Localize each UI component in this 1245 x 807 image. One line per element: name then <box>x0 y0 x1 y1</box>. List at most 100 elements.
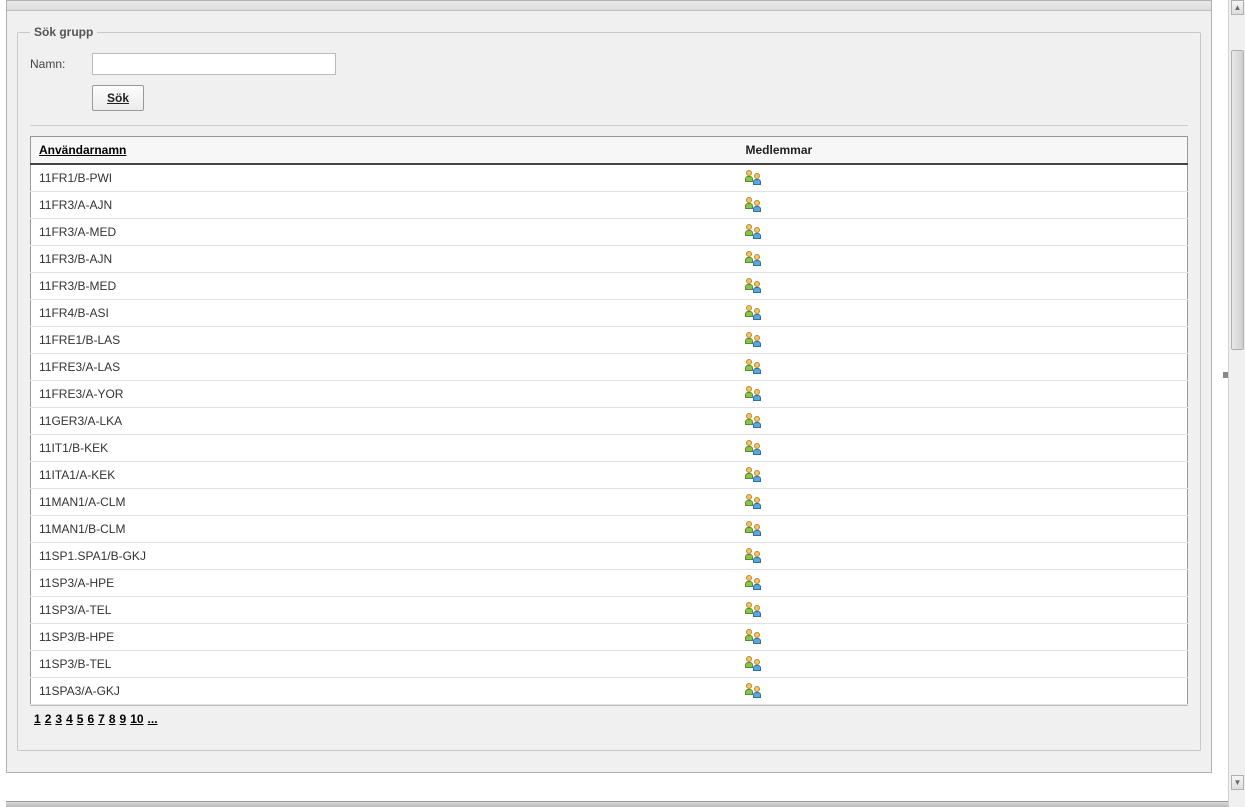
table-row: 11SP3/A-HPE <box>31 570 1188 597</box>
members-icon[interactable] <box>746 251 764 267</box>
cell-username: 11SP3/A-HPE <box>31 570 738 597</box>
table-row: 11MAN1/A-CLM <box>31 489 1188 516</box>
cell-username: 11FR4/B-ASI <box>31 300 738 327</box>
pager-more[interactable]: ... <box>148 712 158 726</box>
cell-username: 11SP3/B-TEL <box>31 651 738 678</box>
cell-username: 11FR3/A-AJN <box>31 192 738 219</box>
col-header-username[interactable]: Användarnamn <box>31 137 738 165</box>
table-row: 11FR1/B-PWI <box>31 164 1188 192</box>
scroll-thumb[interactable] <box>1231 50 1244 350</box>
cell-username: 11FR3/A-MED <box>31 219 738 246</box>
cell-username: 11SPA3/A-GKJ <box>31 678 738 705</box>
groups-table: Användarnamn Medlemmar 11FR1/B-PWI11FR3/… <box>30 136 1188 705</box>
cell-members <box>738 678 1188 705</box>
col-header-members: Medlemmar <box>738 137 1188 165</box>
table-row: 11GER3/A-LKA <box>31 408 1188 435</box>
table-row: 11SP3/B-HPE <box>31 624 1188 651</box>
table-row: 11FRE3/A-LAS <box>31 354 1188 381</box>
cell-members <box>738 462 1188 489</box>
pager-page[interactable]: 7 <box>98 712 105 726</box>
cell-members <box>738 354 1188 381</box>
cell-username: 11MAN1/A-CLM <box>31 489 738 516</box>
pager-page[interactable]: 10 <box>130 712 143 726</box>
pager-page[interactable]: 8 <box>109 712 116 726</box>
cell-username: 11SP3/B-HPE <box>31 624 738 651</box>
members-icon[interactable] <box>746 683 764 699</box>
members-icon[interactable] <box>746 413 764 429</box>
cell-members <box>738 164 1188 192</box>
members-icon[interactable] <box>746 521 764 537</box>
table-row: 11FR3/A-MED <box>31 219 1188 246</box>
members-icon[interactable] <box>746 629 764 645</box>
pager-page[interactable]: 6 <box>87 712 94 726</box>
members-icon[interactable] <box>746 305 764 321</box>
scroll-up-arrow[interactable]: ▲ <box>1231 0 1244 15</box>
members-icon[interactable] <box>746 656 764 672</box>
panel-header <box>7 1 1211 11</box>
table-row: 11FRE1/B-LAS <box>31 327 1188 354</box>
bottom-edge <box>6 801 1228 807</box>
members-icon[interactable] <box>746 359 764 375</box>
pager-page[interactable]: 2 <box>45 712 52 726</box>
members-icon[interactable] <box>746 224 764 240</box>
members-icon[interactable] <box>746 602 764 618</box>
cell-username: 11FR3/B-MED <box>31 273 738 300</box>
search-button[interactable]: Sök <box>92 85 144 111</box>
members-icon[interactable] <box>746 170 764 186</box>
table-row: 11ITA1/A-KEK <box>31 462 1188 489</box>
cell-members <box>738 300 1188 327</box>
members-icon[interactable] <box>746 332 764 348</box>
cell-members <box>738 435 1188 462</box>
cell-username: 11FRE3/A-YOR <box>31 381 738 408</box>
cell-username: 11IT1/B-KEK <box>31 435 738 462</box>
members-icon[interactable] <box>746 386 764 402</box>
cell-username: 11SP1.SPA1/B-GKJ <box>31 543 738 570</box>
members-icon[interactable] <box>746 440 764 456</box>
cell-username: 11FRE3/A-LAS <box>31 354 738 381</box>
cell-members <box>738 273 1188 300</box>
members-icon[interactable] <box>746 494 764 510</box>
cell-members <box>738 624 1188 651</box>
cell-members <box>738 651 1188 678</box>
table-row: 11FR3/A-AJN <box>31 192 1188 219</box>
cell-members <box>738 516 1188 543</box>
cell-username: 11SP3/A-TEL <box>31 597 738 624</box>
pager: 12345678910... <box>30 705 1188 730</box>
cell-members <box>738 570 1188 597</box>
pager-page[interactable]: 4 <box>66 712 73 726</box>
table-row: 11SP1.SPA1/B-GKJ <box>31 543 1188 570</box>
cell-members <box>738 246 1188 273</box>
name-label: Namn: <box>30 57 92 71</box>
vertical-scrollbar[interactable]: ▲ ▼ <box>1228 0 1245 807</box>
members-icon[interactable] <box>746 548 764 564</box>
search-group-fieldset: Sök grupp Namn: Sök Användarnamn Medlemm… <box>17 25 1201 751</box>
members-icon[interactable] <box>746 197 764 213</box>
scroll-down-arrow[interactable]: ▼ <box>1231 775 1244 790</box>
cell-username: 11MAN1/B-CLM <box>31 516 738 543</box>
panel: Sök grupp Namn: Sök Användarnamn Medlemm… <box>6 0 1212 773</box>
table-row: 11FRE3/A-YOR <box>31 381 1188 408</box>
pager-page-current: 1 <box>34 712 41 726</box>
pager-page[interactable]: 9 <box>120 712 127 726</box>
pager-page[interactable]: 3 <box>55 712 62 726</box>
scroll-marker <box>1223 372 1228 378</box>
members-icon[interactable] <box>746 278 764 294</box>
members-icon[interactable] <box>746 575 764 591</box>
cell-username: 11ITA1/A-KEK <box>31 462 738 489</box>
search-legend: Sök grupp <box>30 25 97 39</box>
members-icon[interactable] <box>746 467 764 483</box>
cell-members <box>738 597 1188 624</box>
cell-members <box>738 489 1188 516</box>
name-input[interactable] <box>92 53 336 75</box>
divider <box>30 125 1188 126</box>
cell-username: 11FR3/B-AJN <box>31 246 738 273</box>
cell-members <box>738 327 1188 354</box>
cell-members <box>738 408 1188 435</box>
table-row: 11SP3/A-TEL <box>31 597 1188 624</box>
cell-username: 11FRE1/B-LAS <box>31 327 738 354</box>
table-row: 11SPA3/A-GKJ <box>31 678 1188 705</box>
table-row: 11FR3/B-AJN <box>31 246 1188 273</box>
cell-username: 11GER3/A-LKA <box>31 408 738 435</box>
cell-members <box>738 543 1188 570</box>
pager-page[interactable]: 5 <box>77 712 84 726</box>
